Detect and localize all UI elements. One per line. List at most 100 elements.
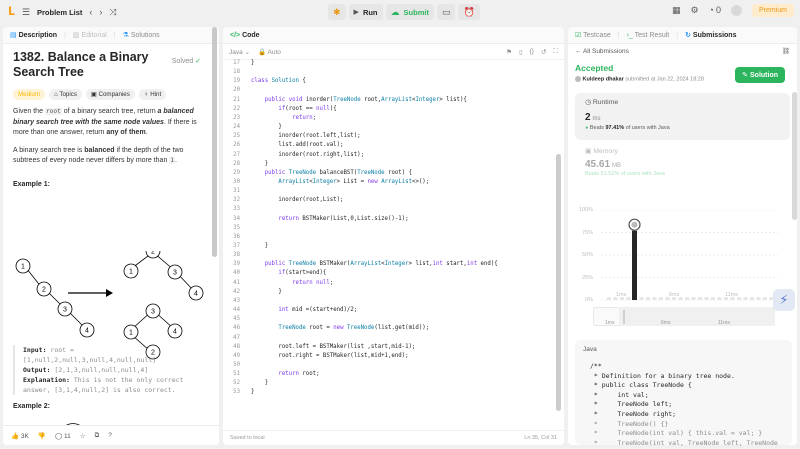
premium-button[interactable]: Premium <box>751 4 794 17</box>
next-problem-icon[interactable]: › <box>99 7 102 17</box>
tree-node-label: 4 <box>194 291 198 298</box>
code-line[interactable]: root.right = BSTMaker(list,mid+1,end); <box>251 353 408 359</box>
avatar[interactable] <box>730 5 742 16</box>
code-line: * TreeNode() {} <box>590 419 669 428</box>
code-line[interactable]: } <box>251 380 268 386</box>
timer-button[interactable]: ⏰ <box>458 4 480 20</box>
code-line: * TreeNode(int val) { this.val = val; } <box>590 429 763 438</box>
code-line[interactable]: TreeNode root = new TreeNode(list.get(mi… <box>251 325 429 331</box>
favorite-icon[interactable]: ☆ <box>80 432 86 440</box>
code-line[interactable]: list.add(root.val); <box>251 142 343 148</box>
play-icon: ▶ <box>353 8 359 16</box>
line-number: 37 <box>233 243 240 249</box>
language-select[interactable]: Java ⌄ <box>229 48 250 56</box>
description-scrollbar[interactable] <box>212 27 217 257</box>
problem-constraint: A binary search tree is balanced if the … <box>13 146 209 167</box>
line-number: 17 <box>233 60 240 66</box>
reference-icon[interactable]: ▯ <box>519 48 523 56</box>
bookmark-icon[interactable]: ⚑ <box>506 48 512 56</box>
line-number: 24 <box>233 124 240 131</box>
like-button[interactable]: 👍 3K <box>11 432 29 440</box>
code-area[interactable]: 17} 18 19 class Solution {20 21 public void … <box>223 60 556 423</box>
check-circle-icon: ✓ <box>195 58 201 65</box>
shuffle-icon[interactable]: ⤨ <box>109 7 116 17</box>
ai-assist-button[interactable]: ⚡ <box>773 289 795 311</box>
code-line[interactable]: ArrayList<Integer> List = new ArrayList<… <box>251 179 429 185</box>
example-1-block: Input: root = [1,null,2,null,3,null,4,nu… <box>13 345 209 395</box>
code-line[interactable]: return BSTMaker(List,0,List.size()-1); <box>251 216 408 222</box>
reset-icon[interactable]: ↺ <box>541 48 546 56</box>
tree-node: 4 <box>188 285 204 301</box>
tab-solutions[interactable]: ⚗ Solutions <box>123 31 160 39</box>
streak-icon[interactable]: ◔ 0 <box>709 6 721 15</box>
fullscreen-icon[interactable]: ⛶ <box>553 48 558 56</box>
code-line[interactable]: } <box>251 243 268 249</box>
code-line[interactable]: inorder(root.right,list); <box>251 152 364 158</box>
tree-node: 1 <box>123 263 139 279</box>
tree-node: 1 <box>123 324 139 340</box>
line-number: 18 <box>233 69 240 76</box>
code-line[interactable]: return null; <box>251 280 333 286</box>
auto-toggle[interactable]: 🔒 Auto <box>258 48 281 56</box>
settings-icon[interactable]: ⚙ <box>690 6 698 15</box>
line-number: 21 <box>233 96 240 103</box>
logo-icon[interactable]: ᒪ <box>8 6 15 18</box>
prev-problem-icon[interactable]: ‹ <box>89 7 92 17</box>
dislike-button[interactable]: 👎 <box>38 432 46 440</box>
bulb-icon: ♀ <box>143 91 149 98</box>
tab-editorial-label: Editorial <box>81 32 107 39</box>
layout-icon[interactable]: ▦ <box>672 6 681 15</box>
code-line[interactable]: if(root == null){ <box>251 106 336 112</box>
companies-tag[interactable]: ▣ Companies <box>85 89 135 100</box>
hint-tag[interactable]: ♀ Hint <box>138 89 167 100</box>
comments-button[interactable]: ◯ 11 <box>55 432 71 440</box>
braces-icon[interactable]: {} <box>530 48 534 56</box>
share-icon[interactable]: ⧉ <box>95 432 100 440</box>
code-line: /** <box>590 362 602 370</box>
code-line[interactable]: } <box>251 161 268 167</box>
topics-tag[interactable]: ⌂ Topics <box>49 89 82 100</box>
tab-editorial[interactable]: ▥ Editorial <box>73 31 107 39</box>
code-line[interactable]: return root; <box>251 371 319 377</box>
line-number: 52 <box>233 380 240 387</box>
code-line[interactable]: inorder(root.left,list); <box>251 133 360 139</box>
p1-text-a: Given the <box>13 108 45 115</box>
code-line[interactable]: } <box>251 289 281 295</box>
code-line[interactable]: class Solution { <box>251 78 306 84</box>
p1-code-root: root <box>44 108 62 115</box>
code-line[interactable]: public TreeNode balanceBST(TreeNode root… <box>251 170 412 176</box>
p1-text-any: any of them <box>106 129 146 136</box>
slider-tick-label: 6ms <box>661 320 671 326</box>
topics-label: Topics <box>59 91 77 98</box>
help-icon[interactable]: ? <box>108 432 112 439</box>
code-line[interactable]: public TreeNode BSTMaker(ArrayList<Integ… <box>251 261 498 267</box>
cursor-position: Ln 35, Col 31 <box>524 435 557 441</box>
code-line[interactable]: public void inorder(TreeNode root,ArrayL… <box>251 97 467 103</box>
code-line: * int val; <box>590 390 649 399</box>
code-line[interactable]: inorder(root,List); <box>251 197 343 203</box>
line-number: 35 <box>233 224 240 231</box>
output-value: [2,1,3,null,null,null,4] <box>54 366 149 374</box>
code-line: * TreeNode left; <box>590 400 673 409</box>
code-line[interactable]: } <box>251 124 281 130</box>
code-line[interactable]: int mid =(start+end)/2; <box>251 307 357 313</box>
code-line[interactable]: if(start>end){ <box>251 270 326 276</box>
code-line[interactable]: } <box>251 389 254 395</box>
notes-button[interactable]: ▭ <box>436 4 456 20</box>
line-number: 30 <box>233 178 240 185</box>
problem-list-link[interactable]: Problem List <box>37 8 82 17</box>
problem-list-icon[interactable]: ☰ <box>22 7 30 17</box>
tab-code[interactable]: </> Code <box>230 32 260 39</box>
tree-node: 3 <box>145 303 161 319</box>
run-button[interactable]: ▶ Run <box>348 4 383 20</box>
editor-scrollbar[interactable] <box>556 154 561 411</box>
code-line[interactable]: return; <box>251 115 316 121</box>
debug-button[interactable]: ✱ <box>328 4 346 20</box>
code-line[interactable]: root.left = BSTMaker(list ,start,mid-1); <box>251 344 415 350</box>
submit-button[interactable]: ☁ Submit <box>385 4 434 20</box>
tree-node: 2 <box>36 281 52 297</box>
companies-label: Companies <box>98 91 130 98</box>
tab-description[interactable]: ▤ Description <box>10 31 57 39</box>
code-line[interactable]: } <box>251 60 254 66</box>
submissions-scrollbar[interactable] <box>792 92 797 220</box>
